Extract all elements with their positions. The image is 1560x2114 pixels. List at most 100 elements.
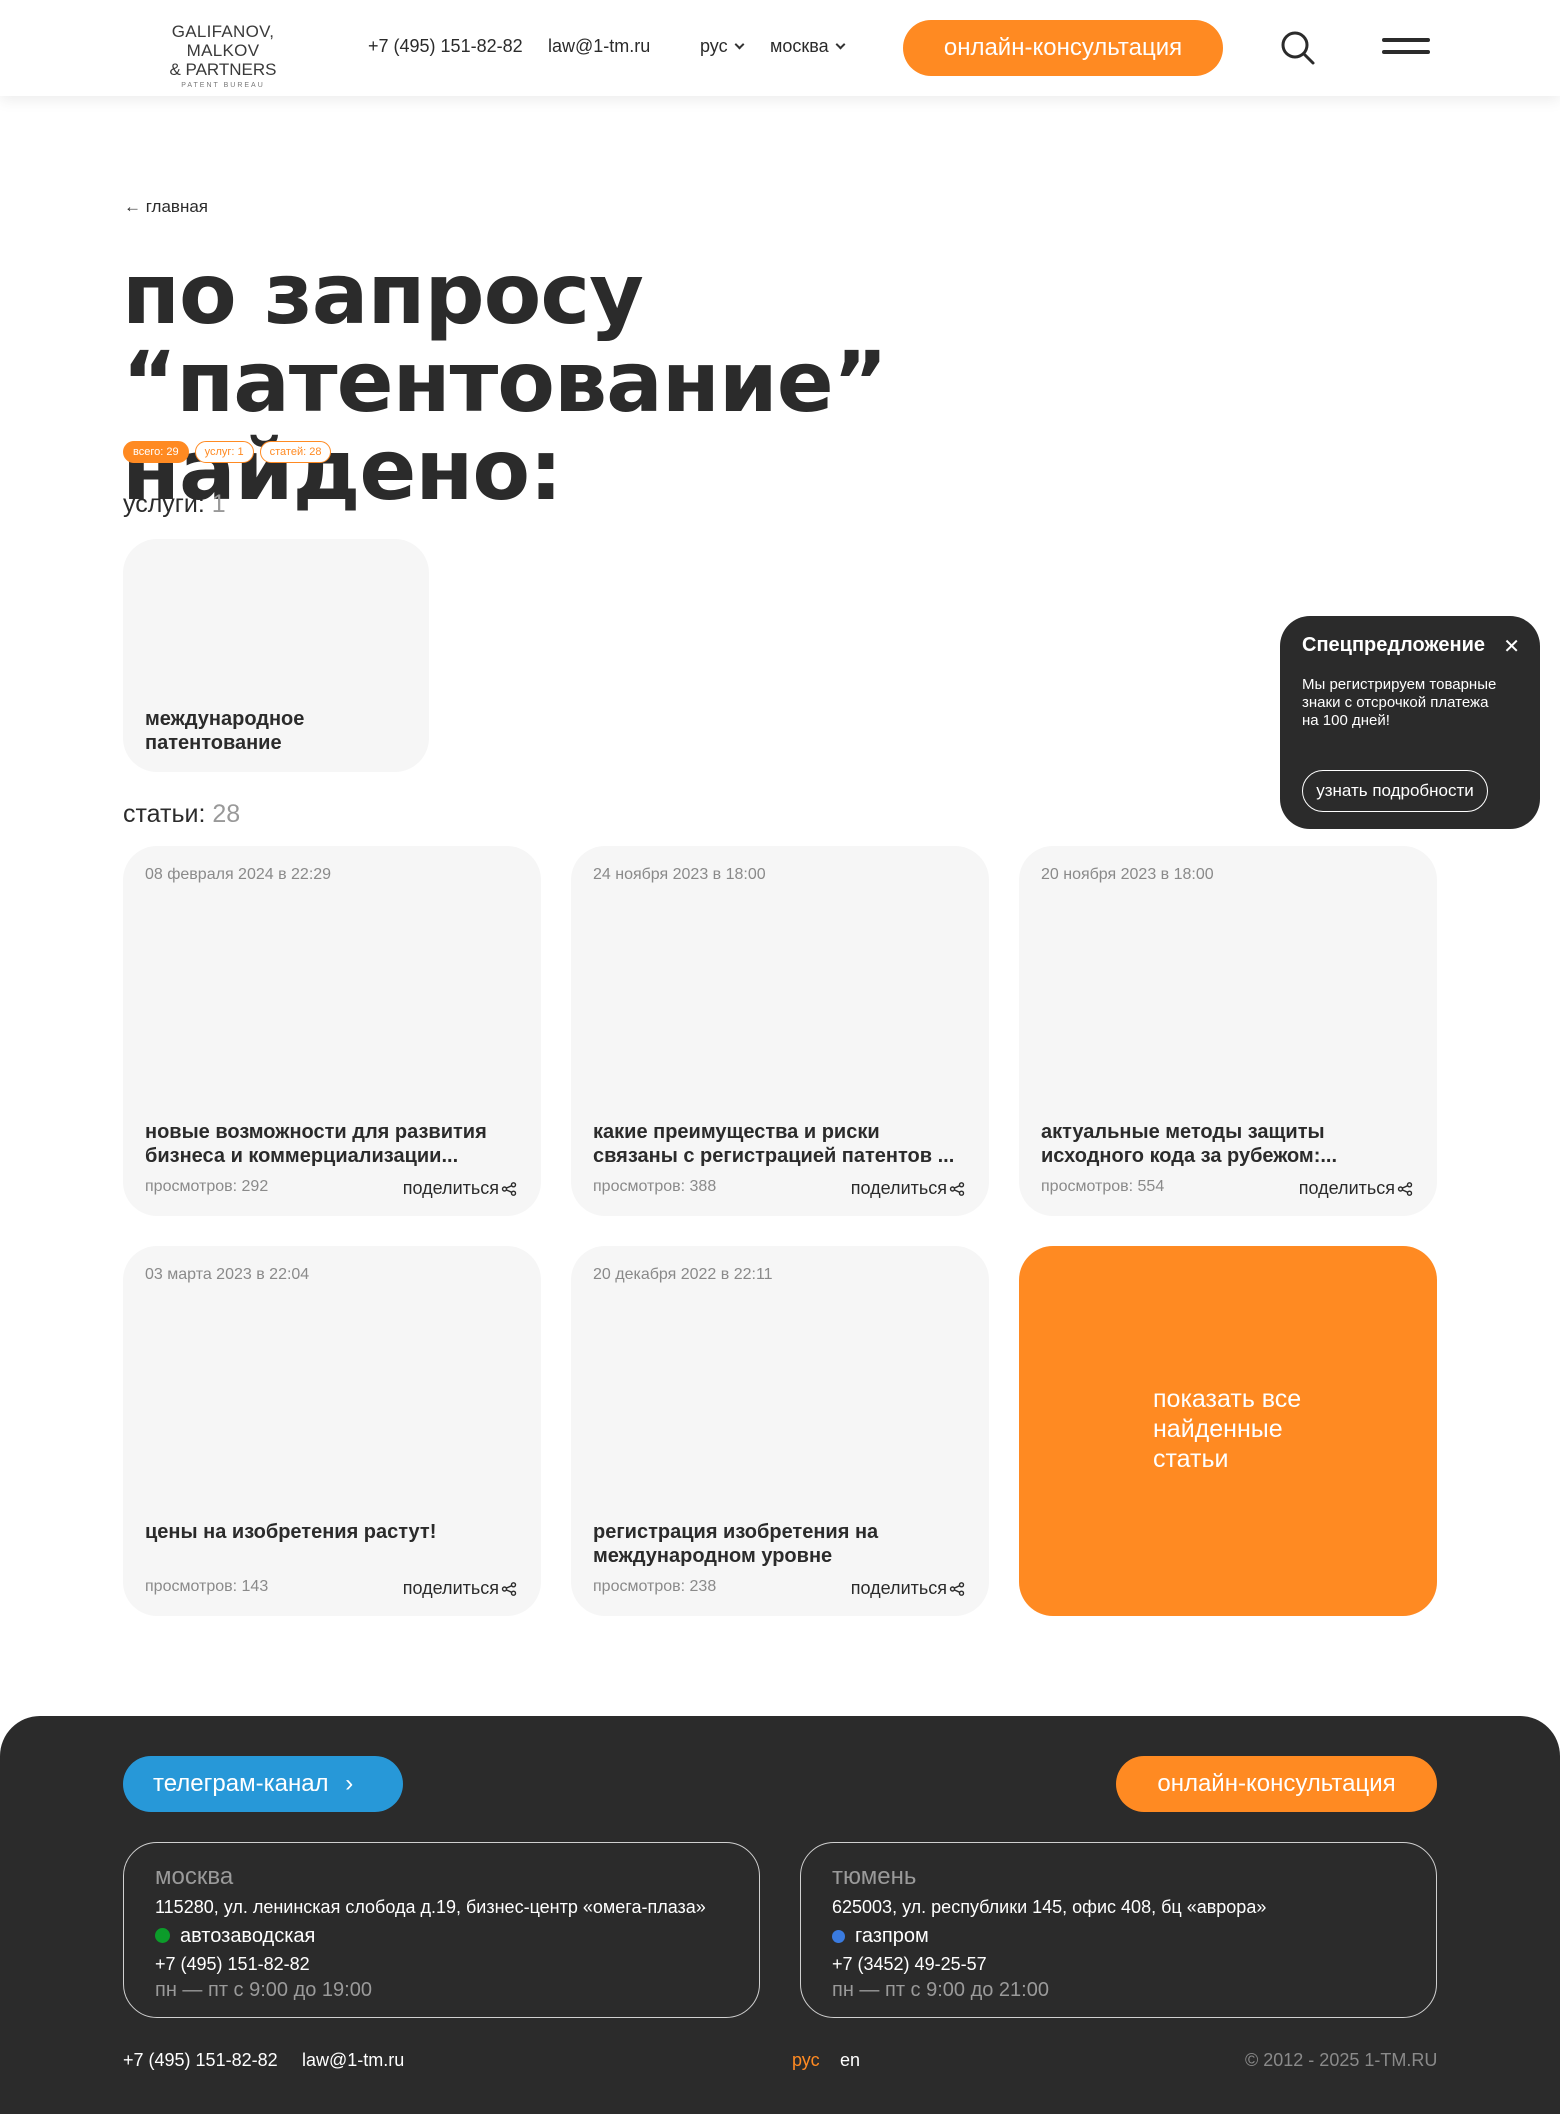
copyright: © 2012 - 2025 1-TM.RU — [1245, 2050, 1438, 2070]
language-label: рус — [700, 36, 728, 56]
office-hours: пн — пт с 9:00 до 21:00 — [832, 1979, 1049, 2001]
city-label: москва — [770, 36, 829, 56]
articles-heading: статьи: 28 — [123, 800, 240, 829]
metro-icon — [155, 1928, 170, 1943]
services-count: 1 — [211, 490, 226, 518]
show-all-label: показать все найденные статьи — [1153, 1384, 1353, 1474]
office-hours: пн — пт с 9:00 до 19:00 — [155, 1979, 372, 2001]
footer-consult-button[interactable]: онлайн-консультация — [1116, 1756, 1437, 1812]
services-heading-label: услуги: — [123, 490, 205, 518]
office-card-tyumen: тюмень 625003, ул. республики 145, офис … — [800, 1842, 1437, 2018]
office-card-moscow: москва 115280, ул. ленинская слобода д.1… — [123, 1842, 760, 2018]
footer-email[interactable]: law@1-tm.ru — [302, 2050, 404, 2071]
metro-icon — [832, 1930, 845, 1943]
site-footer: телеграм-канал › онлайн-консультация мос… — [0, 1716, 1560, 2114]
show-all-line2: найденные — [1153, 1415, 1283, 1443]
article-title-line1: какие преимущества и риски — [593, 1121, 880, 1143]
article-date: 03 марта 2023 в 22:04 — [145, 1266, 310, 1283]
office-metro: газпром — [832, 1925, 929, 1948]
service-title-line1: международное — [145, 708, 305, 730]
chevron-down-icon — [835, 39, 846, 50]
metro-label: газпром — [855, 1925, 929, 1947]
share-button[interactable]: поделиться — [403, 1578, 517, 1599]
logo-line3: PATENT BUREAU — [181, 82, 265, 89]
footer-lang-ru[interactable]: рус — [792, 2050, 820, 2071]
service-card[interactable]: международное патентование — [123, 539, 429, 772]
metro-label: автозаводская — [180, 1925, 316, 1947]
share-label: поделиться — [402, 1178, 499, 1198]
article-views: просмотров: 554 — [1041, 1178, 1165, 1195]
close-icon[interactable]: ✕ — [1503, 634, 1520, 659]
article-views: просмотров: 238 — [593, 1578, 717, 1595]
chevron-down-icon — [734, 39, 745, 50]
logo[interactable]: GALIFANOV, MALKOV & PARTNERS PATENT BURE… — [138, 22, 308, 89]
office-phone[interactable]: +7 (3452) 49-25-57 — [832, 1954, 987, 1975]
office-city: тюмень — [832, 1863, 917, 1890]
breadcrumb[interactable]: ← главная — [124, 197, 208, 217]
office-address: 625003, ул. республики 145, офис 408, бц… — [832, 1897, 1267, 1917]
search-icon[interactable] — [1280, 30, 1316, 66]
article-title: какие преимущества и риски связаны с рег… — [593, 1120, 973, 1168]
result-chips: всего: 29 услуг: 1 статей: 28 — [123, 441, 337, 463]
article-title-line1: новые возможности для развития — [145, 1121, 487, 1143]
city-selector[interactable]: москва — [770, 36, 846, 57]
chip-all[interactable]: всего: 29 — [123, 441, 189, 463]
article-card[interactable]: 03 марта 2023 в 22:04 цены на изобретени… — [123, 1246, 541, 1616]
article-card[interactable]: 24 ноября 2023 в 18:00 какие преимуществ… — [571, 846, 989, 1216]
article-card[interactable]: 20 декабря 2022 в 22:11 регистрация изоб… — [571, 1246, 989, 1616]
chip-services[interactable]: услуг: 1 — [194, 441, 254, 463]
articles-heading-label: статьи: — [123, 800, 206, 828]
article-date: 20 ноября 2023 в 18:00 — [1041, 866, 1214, 883]
article-title: актуальные методы защиты исходного кода … — [1041, 1120, 1421, 1168]
office-phone[interactable]: +7 (495) 151-82-82 — [155, 1954, 310, 1975]
share-button[interactable]: поделиться — [1299, 1178, 1413, 1199]
telegram-button-label: телеграм-канал — [153, 1770, 329, 1797]
share-label: поделиться — [850, 1178, 947, 1198]
share-button[interactable]: поделиться — [403, 1178, 517, 1199]
logo-line1: GALIFANOV, MALKOV — [171, 22, 275, 60]
article-title: цены на изобретения растут! — [145, 1520, 525, 1544]
chip-articles[interactable]: статей: 28 — [259, 441, 332, 463]
site-header: GALIFANOV, MALKOV & PARTNERS PATENT BURE… — [0, 0, 1560, 96]
article-card[interactable]: 20 ноября 2023 в 18:00 актуальные методы… — [1019, 846, 1437, 1216]
share-button[interactable]: поделиться — [851, 1178, 965, 1199]
article-views: просмотров: 292 — [145, 1178, 269, 1195]
article-date: 20 декабря 2022 в 22:11 — [593, 1266, 773, 1283]
header-email[interactable]: law@1-tm.ru — [548, 36, 650, 57]
article-views: просмотров: 388 — [593, 1178, 717, 1195]
share-icon — [1397, 1182, 1413, 1197]
article-date: 24 ноября 2023 в 18:00 — [593, 866, 766, 883]
article-title: новые возможности для развития бизнеса и… — [145, 1120, 525, 1168]
article-title-line2: исходного кода за рубежом:... — [1041, 1145, 1338, 1167]
show-all-line3: статьи — [1153, 1445, 1229, 1473]
telegram-button[interactable]: телеграм-канал › — [123, 1756, 403, 1812]
share-label: поделиться — [1298, 1178, 1395, 1198]
services-heading: услуги: 1 — [123, 490, 226, 519]
office-city: москва — [155, 1863, 234, 1890]
share-icon — [949, 1182, 965, 1197]
footer-phone[interactable]: +7 (495) 151-82-82 — [123, 2050, 278, 2071]
language-selector[interactable]: рус — [700, 36, 745, 57]
learn-more-button[interactable]: узнать подробности — [1302, 770, 1488, 812]
article-title-line2: международном уровне — [593, 1545, 833, 1567]
article-title-line2: связаны с регистрацией патентов ... — [593, 1145, 955, 1167]
consult-button[interactable]: онлайн-консультация — [903, 20, 1223, 76]
special-offer-popup: Спецпредложение ✕ Мы регистрируем товарн… — [1280, 616, 1540, 829]
article-views: просмотров: 143 — [145, 1578, 269, 1595]
share-icon — [949, 1582, 965, 1597]
footer-lang-en[interactable]: en — [840, 2050, 860, 2071]
show-all-articles-button[interactable]: показать все найденные статьи — [1019, 1246, 1437, 1616]
article-title: регистрация изобретения на международном… — [593, 1520, 973, 1568]
share-button[interactable]: поделиться — [851, 1578, 965, 1599]
share-label: поделиться — [850, 1578, 947, 1598]
page-title: по запросу “патентование” найдено: — [122, 245, 888, 519]
office-metro: автозаводская — [155, 1925, 315, 1948]
header-phone[interactable]: +7 (495) 151-82-82 — [368, 36, 523, 57]
articles-count: 28 — [212, 800, 241, 828]
article-title-line2: бизнеса и коммерциализации... — [145, 1145, 459, 1167]
chevron-right-icon: › — [345, 1770, 354, 1797]
article-card[interactable]: 08 февраля 2024 в 22:29 новые возможност… — [123, 846, 541, 1216]
article-title-line1: регистрация изобретения на — [593, 1521, 879, 1543]
menu-icon[interactable] — [1382, 38, 1430, 58]
service-title: международное патентование — [145, 707, 304, 755]
